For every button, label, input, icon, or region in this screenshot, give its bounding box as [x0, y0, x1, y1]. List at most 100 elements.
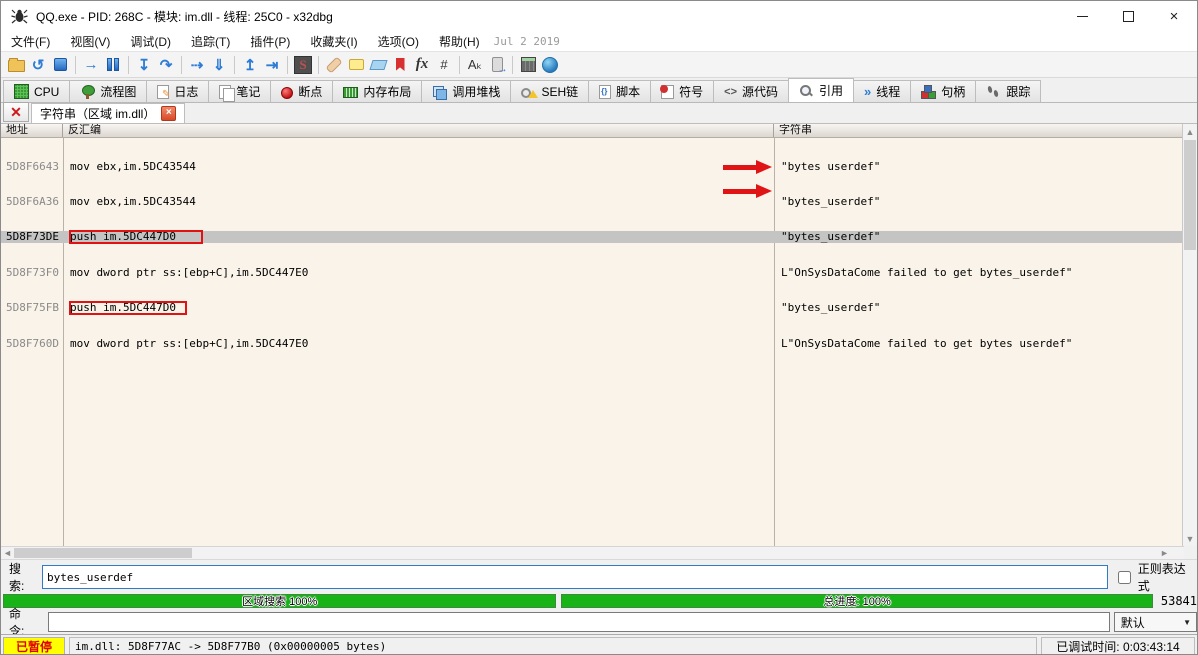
chevron-down-icon: ▼ [1183, 618, 1191, 627]
trace-over-icon[interactable]: ⇓ [208, 55, 230, 75]
toolbar-separator [318, 56, 319, 74]
pause-icon[interactable] [102, 55, 124, 75]
regex-checkbox[interactable] [1118, 571, 1131, 584]
close-button[interactable]: × [1151, 1, 1197, 31]
tab-log[interactable]: 日志 [146, 80, 209, 102]
tab-cpu[interactable]: CPU [3, 80, 70, 102]
title-bar[interactable]: QQ.exe - PID: 268C - 模块: im.dll - 线程: 25… [1, 1, 1197, 31]
menu-help[interactable]: 帮助(H) [429, 31, 490, 52]
string-cell: "bytes_userdef" [774, 196, 1184, 208]
internet-icon[interactable] [539, 55, 561, 75]
menu-trace[interactable]: 追踪(T) [181, 31, 240, 52]
command-input[interactable] [48, 612, 1110, 632]
column-header-address[interactable]: 地址 [1, 124, 63, 137]
references-table[interactable]: 地址 反汇编 字符串 5D8F6643 mov ebx,im.5DC43544 … [1, 124, 1184, 546]
command-profile-dropdown[interactable]: 默认 ▼ [1114, 612, 1197, 632]
table-row[interactable]: 5D8F73F0 mov dword ptr ss:[ebp+C],im.5DC… [1, 267, 1184, 279]
string-cell: L"OnSysDataCome failed to get bytes_user… [774, 267, 1184, 279]
column-header-disassembly[interactable]: 反汇编 [63, 124, 774, 137]
x32dbg-window: QQ.exe - PID: 268C - 模块: im.dll - 线程: 25… [0, 0, 1198, 655]
tab-label: 符号 [679, 83, 703, 100]
scrollbar-thumb[interactable] [14, 548, 192, 558]
menu-view[interactable]: 视图(V) [60, 31, 120, 52]
open-file-icon[interactable] [5, 55, 27, 75]
string-cell: "bytes_userdef" [774, 231, 1184, 243]
run-to-user-code-icon[interactable]: ⇥ [261, 55, 283, 75]
tab-graph[interactable]: 流程图 [69, 80, 147, 102]
tab-source[interactable]: <>源代码 [713, 80, 789, 102]
menu-favourites[interactable]: 收藏夹(I) [300, 31, 367, 52]
scroll-right-icon[interactable]: ► [1158, 547, 1171, 559]
toolbar-separator [287, 56, 288, 74]
search-match: bytes_userdef [788, 302, 874, 314]
regex-label[interactable]: 正则表达式 [1138, 560, 1197, 594]
tab-label: 线程 [876, 83, 900, 100]
step-into-icon[interactable]: ↧ [133, 55, 155, 75]
close-tab-icon[interactable]: × [161, 106, 176, 121]
scroll-left-icon[interactable]: ◄ [1, 547, 14, 559]
close-all-references-button[interactable]: ✕ [3, 102, 29, 122]
menu-debug[interactable]: 调试(D) [120, 31, 181, 52]
restart-icon[interactable]: ↺ [27, 55, 49, 75]
table-body: 5D8F6643 mov ebx,im.5DC43544 "bytes_user… [1, 137, 1184, 373]
trace-icon [986, 85, 1001, 99]
table-row[interactable]: 5D8F760D mov dword ptr ss:[ebp+C],im.5DC… [1, 338, 1184, 350]
total-progressbar: 总进度: 100% [561, 594, 1152, 608]
tab-notes[interactable]: 笔记 [208, 80, 271, 102]
memory-bytes-icon[interactable]: # [433, 55, 455, 75]
menu-options[interactable]: 选项(O) [368, 31, 429, 52]
tab-label: SEH链 [541, 83, 578, 100]
menu-file[interactable]: 文件(F) [1, 31, 60, 52]
tab-label: 流程图 [100, 83, 136, 100]
tab-breakpoints[interactable]: 断点 [270, 80, 333, 102]
tab-handles[interactable]: 句柄 [910, 80, 976, 102]
minimize-icon [1077, 16, 1088, 17]
labels-icon[interactable] [367, 55, 389, 75]
tab-memory-map[interactable]: 内存布局 [332, 80, 422, 102]
step-over-icon[interactable]: ↷ [155, 55, 177, 75]
tab-trace[interactable]: 跟踪 [975, 80, 1041, 102]
functions-icon[interactable]: fx [411, 55, 433, 75]
strings-region-tab[interactable]: 字符串（区域 im.dll） × [31, 103, 185, 123]
bug-app-icon [11, 9, 28, 24]
tab-call-stack[interactable]: 调用堆栈 [421, 80, 511, 102]
vertical-scrollbar[interactable]: ▲ ▼ [1182, 124, 1197, 546]
maximize-button[interactable] [1105, 1, 1151, 31]
table-row[interactable]: 5D8F6A36 mov ebx,im.5DC43544 "bytes_user… [1, 196, 1184, 208]
horizontal-scrollbar[interactable]: ◄ ► [1, 546, 1184, 559]
tab-label: 断点 [298, 83, 322, 100]
address-cell: 5D8F75FB [1, 302, 63, 314]
module-info-text: im.dll: 5D8F77AC -> 5D8F77B0 (0x00000005… [69, 637, 1037, 655]
scroll-up-icon[interactable]: ▲ [1183, 124, 1197, 139]
trace-into-icon[interactable]: ⇢ [186, 55, 208, 75]
annotation-red-box: push im.5DC447D0 [70, 231, 202, 243]
table-row[interactable]: 5D8F6643 mov ebx,im.5DC43544 "bytes_user… [1, 161, 1184, 173]
minimize-button[interactable] [1059, 1, 1105, 31]
close-icon: ✕ [10, 105, 22, 119]
run-icon[interactable]: → [80, 55, 102, 75]
tab-label: 调用堆栈 [452, 83, 500, 100]
tab-references[interactable]: 引用 [788, 78, 854, 102]
execute-till-return-icon[interactable]: ↥ [239, 55, 261, 75]
tab-seh[interactable]: SEH链 [510, 80, 589, 102]
table-row[interactable]: 5D8F75FB push im.5DC447D0 "bytes_userdef… [1, 302, 1184, 314]
search-input[interactable] [42, 565, 1108, 589]
scrollbar-thumb[interactable] [1184, 140, 1196, 250]
calculator-icon[interactable] [517, 55, 539, 75]
modules-icon[interactable] [486, 55, 508, 75]
tab-label: 日志 [174, 83, 198, 100]
seh-chain-icon[interactable]: S [292, 55, 314, 75]
address-cell: 5D8F73DE [1, 231, 63, 243]
tab-script[interactable]: 脚本 [588, 80, 651, 102]
patches-icon[interactable] [323, 55, 345, 75]
tab-symbols[interactable]: 符号 [650, 80, 714, 102]
comments-icon[interactable] [345, 55, 367, 75]
scroll-down-icon[interactable]: ▼ [1183, 531, 1197, 546]
menu-plugins[interactable]: 插件(P) [240, 31, 300, 52]
table-row-selected[interactable]: 5D8F73DE push im.5DC447D0 "bytes_userdef… [1, 231, 1184, 243]
text-strings-icon[interactable]: Aₖ [464, 55, 486, 75]
bookmarks-icon[interactable] [389, 55, 411, 75]
column-header-string[interactable]: 字符串 [774, 124, 1184, 137]
tab-threads[interactable]: »线程 [853, 80, 911, 102]
stop-icon[interactable] [49, 55, 71, 75]
